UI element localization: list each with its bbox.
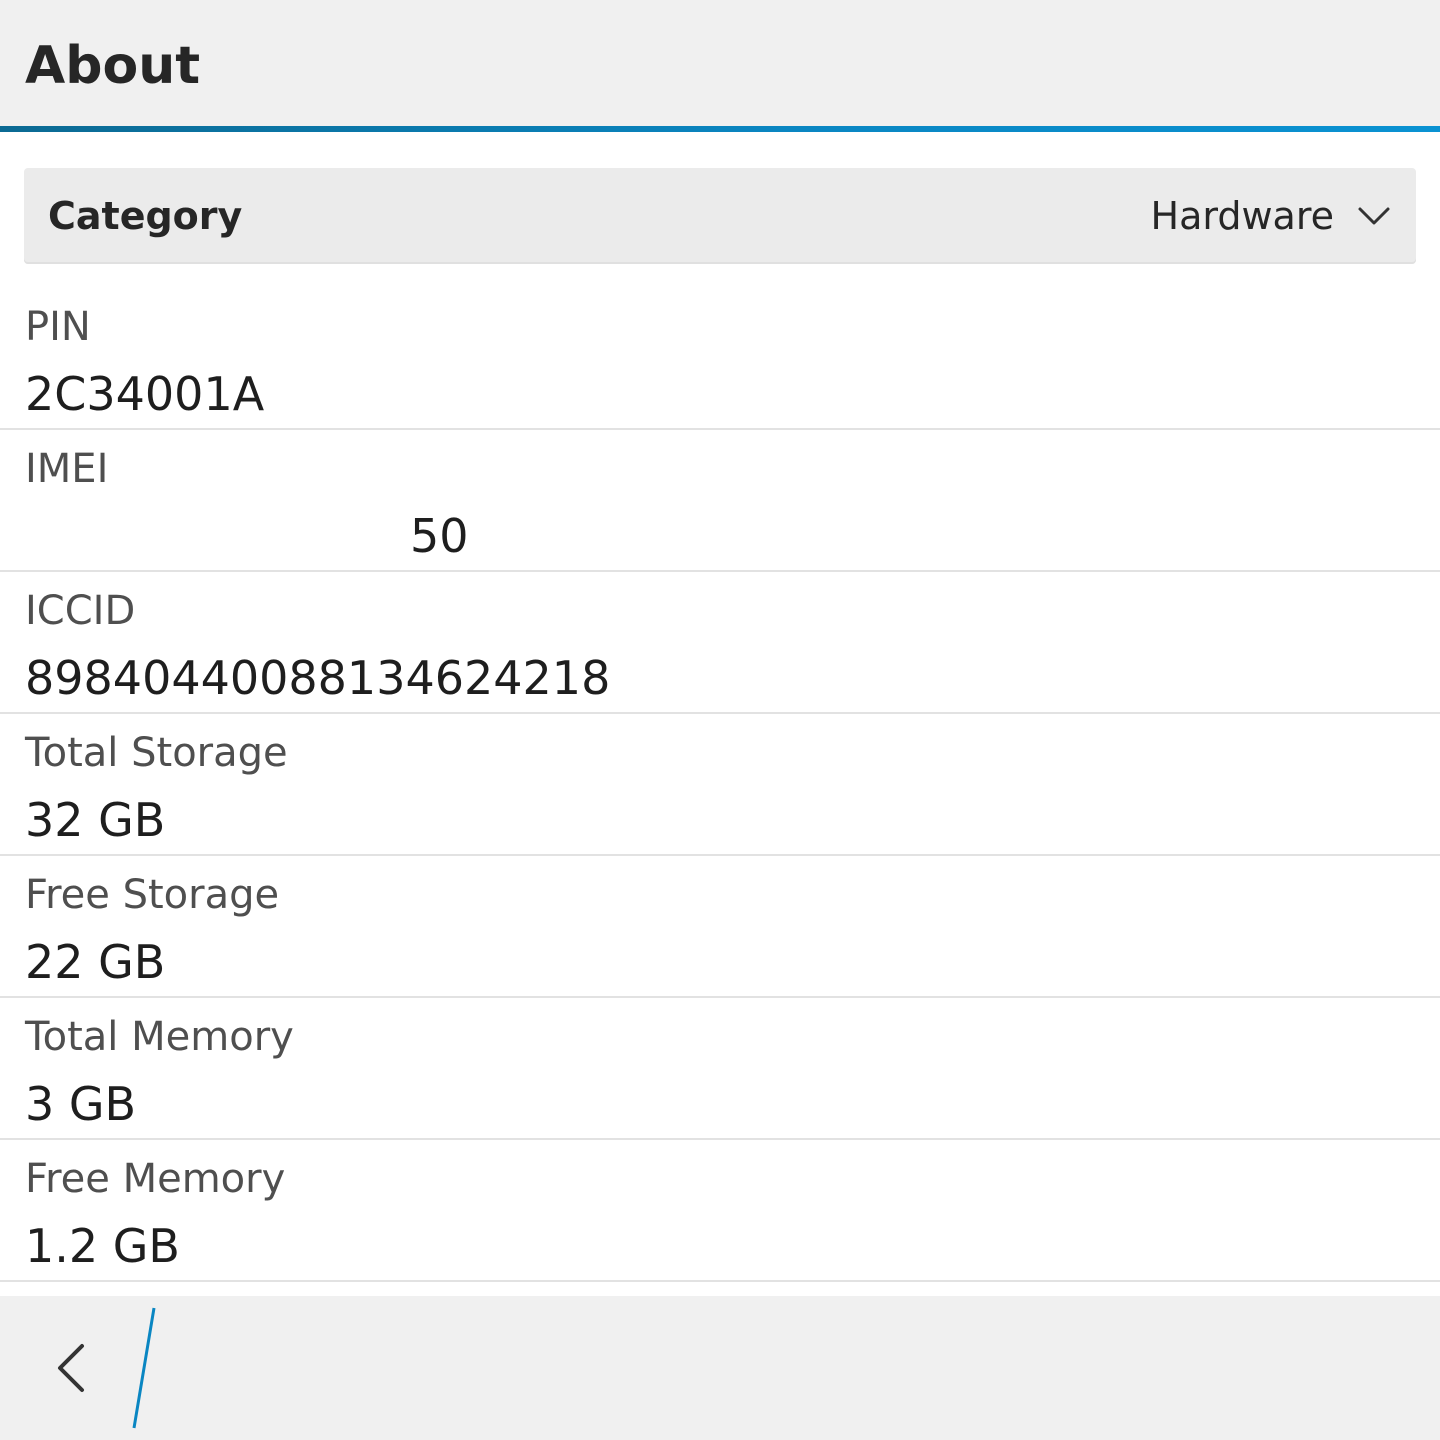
- free-memory-value: 1.2 GB: [25, 1219, 180, 1273]
- title-accent-line: [0, 126, 1440, 132]
- info-row-imei: IMEI 50: [0, 430, 1440, 572]
- info-row-pin: PIN 2C34001A: [0, 288, 1440, 430]
- info-row-iccid: ICCID 89840440088134624218: [0, 572, 1440, 714]
- free-storage-value: 22 GB: [25, 935, 166, 989]
- iccid-value: 89840440088134624218: [25, 651, 611, 705]
- title-bar: About: [0, 0, 1440, 126]
- chevron-down-icon: [1358, 207, 1390, 225]
- action-bar: [0, 1296, 1440, 1440]
- imei-label: IMEI: [25, 446, 109, 492]
- chevron-left-icon: [58, 1344, 84, 1392]
- category-label: Category: [48, 194, 243, 238]
- free-memory-label: Free Memory: [25, 1156, 286, 1202]
- category-selected-value: Hardware: [1150, 194, 1334, 238]
- info-row-free-storage: Free Storage 22 GB: [0, 856, 1440, 998]
- imei-redaction: [25, 508, 413, 564]
- free-storage-label: Free Storage: [25, 872, 280, 918]
- total-storage-value: 32 GB: [25, 793, 166, 847]
- info-row-total-memory: Total Memory 3 GB: [0, 998, 1440, 1140]
- pin-value: 2C34001A: [25, 367, 265, 421]
- iccid-label: ICCID: [25, 588, 136, 634]
- total-memory-label: Total Memory: [25, 1014, 294, 1060]
- total-storage-label: Total Storage: [25, 730, 288, 776]
- total-memory-value: 3 GB: [25, 1077, 137, 1131]
- category-dropdown[interactable]: Category Hardware: [24, 168, 1416, 264]
- about-screen: About Category Hardware PIN 2C34001A IME…: [0, 0, 1440, 1440]
- page-title: About: [25, 36, 201, 96]
- info-row-free-memory: Free Memory 1.2 GB: [0, 1140, 1440, 1282]
- info-list: PIN 2C34001A IMEI 50 ICCID 8984044008813…: [0, 288, 1440, 1282]
- pin-label: PIN: [25, 304, 91, 350]
- back-divider-line: [132, 1307, 156, 1429]
- info-row-total-storage: Total Storage 32 GB: [0, 714, 1440, 856]
- back-button[interactable]: [30, 1318, 130, 1418]
- imei-value: 50: [410, 509, 469, 563]
